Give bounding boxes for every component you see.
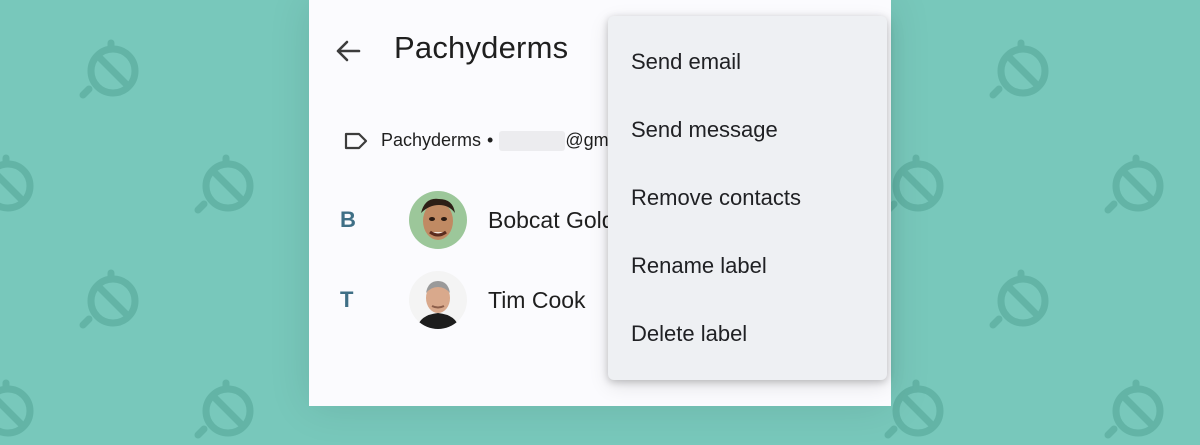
back-button[interactable] [331,34,365,68]
bug-icon [194,154,254,214]
bug-icon [79,39,139,99]
bug-icon [0,154,34,212]
bug-icon [1104,154,1164,214]
section-letter: T [340,287,354,312]
menu-item-send-message[interactable]: Send message [608,96,887,164]
label-info-row: Pachyderms • @gm [343,130,609,151]
section-letter: B [340,207,356,232]
bug-icon [79,269,139,329]
page-title: Pachyderms [394,30,569,65]
menu-item-delete-label[interactable]: Delete label [608,300,887,368]
menu-item-rename-label[interactable]: Rename label [608,232,887,300]
contact-name: Bobcat Gold [488,206,615,233]
label-separator: • [487,130,494,150]
bug-icon [989,39,1049,99]
avatar [409,271,467,329]
overflow-menu: Send email Send message Remove contacts … [608,16,887,380]
avatar [409,191,467,249]
menu-item-remove-contacts[interactable]: Remove contacts [608,164,887,232]
redacted-email-part [499,130,566,151]
bug-icon [1104,379,1164,439]
contact-name: Tim Cook [488,286,586,313]
label-email: @gm [565,130,609,150]
menu-item-send-email[interactable]: Send email [608,28,887,96]
bug-icon [989,269,1049,329]
label-name: Pachyderms [381,130,482,150]
arrow-back-icon [336,40,361,62]
bug-icon [194,379,254,439]
bug-icon [0,379,34,437]
label-icon [344,132,368,149]
